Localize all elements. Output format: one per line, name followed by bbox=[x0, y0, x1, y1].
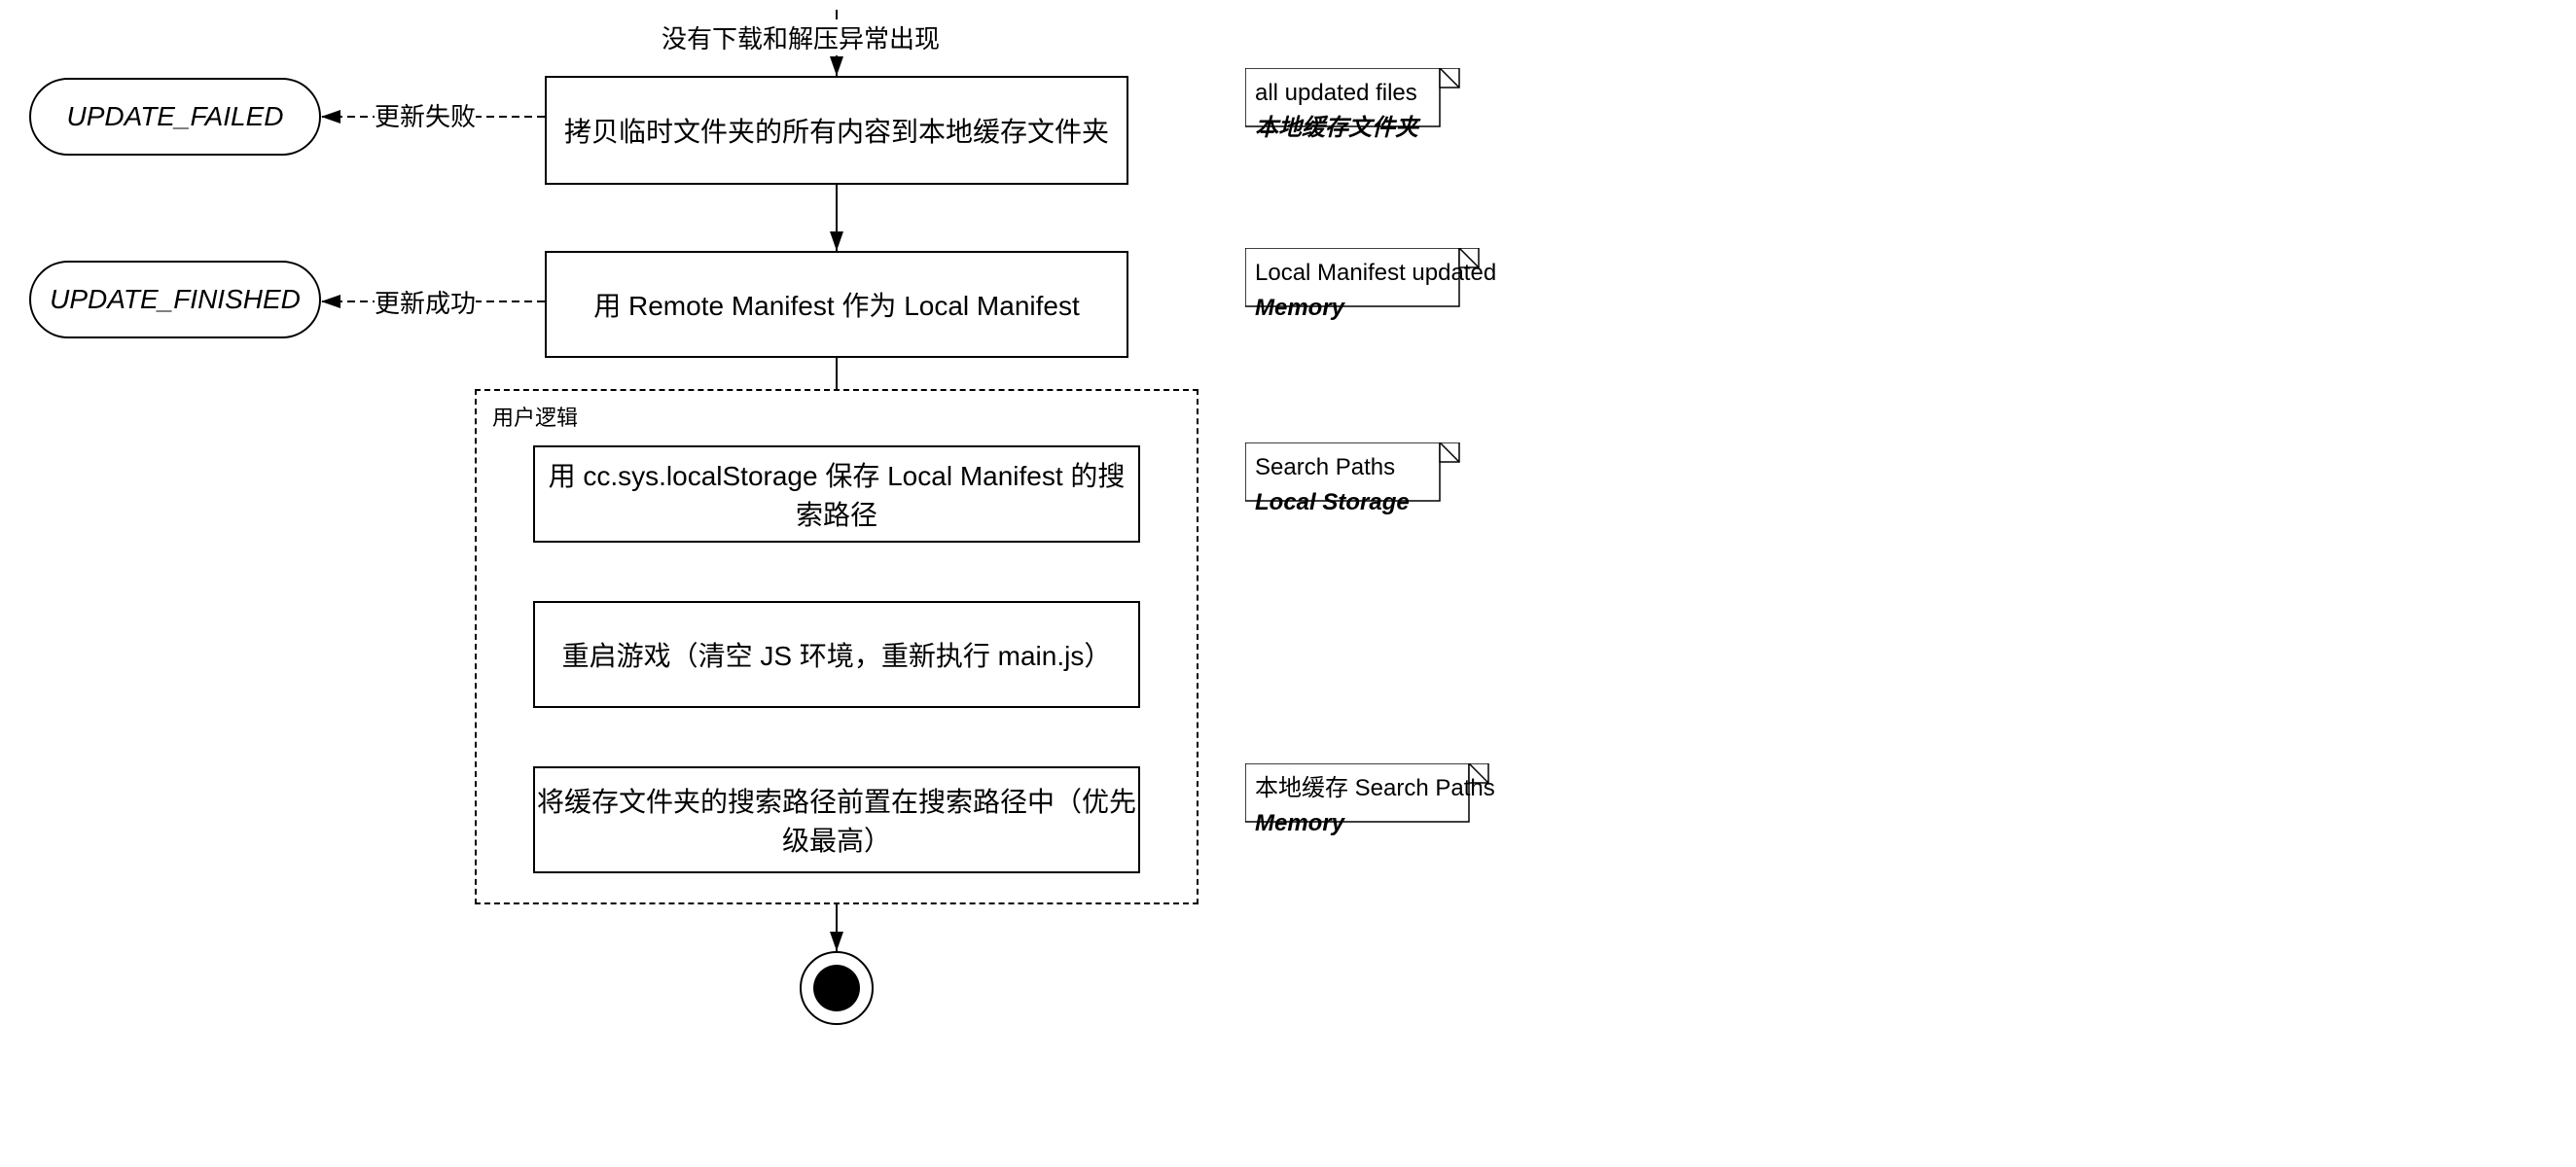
note4-line1: 本地缓存 Search Paths bbox=[1255, 771, 1527, 806]
no-exception-label: 没有下载和解压异常出现 bbox=[662, 19, 940, 55]
save-search-box: 用 cc.sys.localStorage 保存 Local Manifest … bbox=[533, 445, 1140, 543]
note3-line1: Search Paths bbox=[1255, 450, 1488, 485]
update-finished-oval: UPDATE_FINISHED bbox=[29, 261, 321, 338]
arrows-svg bbox=[0, 0, 2576, 1167]
restart-box: 重启游戏（清空 JS 环境，重新执行 main.js） bbox=[533, 601, 1140, 708]
note-local-manifest-memory: Local Manifest updated Memory bbox=[1245, 248, 1537, 334]
note2-line2: Memory bbox=[1255, 291, 1527, 326]
note-search-paths-localstorage: Search Paths Local Storage bbox=[1245, 442, 1498, 528]
note3-line2: Local Storage bbox=[1255, 485, 1488, 520]
update-failed-oval: UPDATE_FAILED bbox=[29, 78, 321, 156]
note-all-updated-files: all updated files 本地缓存文件夹 bbox=[1245, 68, 1498, 154]
copy-box: 拷贝临时文件夹的所有内容到本地缓存文件夹 bbox=[545, 76, 1128, 185]
manifest-box: 用 Remote Manifest 作为 Local Manifest bbox=[545, 251, 1128, 358]
update-success-label: 更新成功 bbox=[375, 284, 476, 320]
cache-path-box: 将缓存文件夹的搜索路径前置在搜索路径中（优先级最高） bbox=[533, 766, 1140, 873]
end-circle-inner bbox=[813, 965, 860, 1011]
note1-line1: all updated files bbox=[1255, 76, 1488, 111]
user-logic-label: 用户逻辑 bbox=[492, 401, 578, 432]
note4-line2: Memory bbox=[1255, 806, 1527, 841]
note1-line2: 本地缓存文件夹 bbox=[1255, 111, 1488, 146]
diagram-container: 没有下载和解压异常出现 拷贝临时文件夹的所有内容到本地缓存文件夹 更新失败 UP… bbox=[0, 0, 2576, 1167]
note-cache-search-paths-memory: 本地缓存 Search Paths Memory bbox=[1245, 763, 1537, 849]
update-failed-label: 更新失败 bbox=[375, 97, 476, 133]
note2-line1: Local Manifest updated bbox=[1255, 256, 1527, 291]
